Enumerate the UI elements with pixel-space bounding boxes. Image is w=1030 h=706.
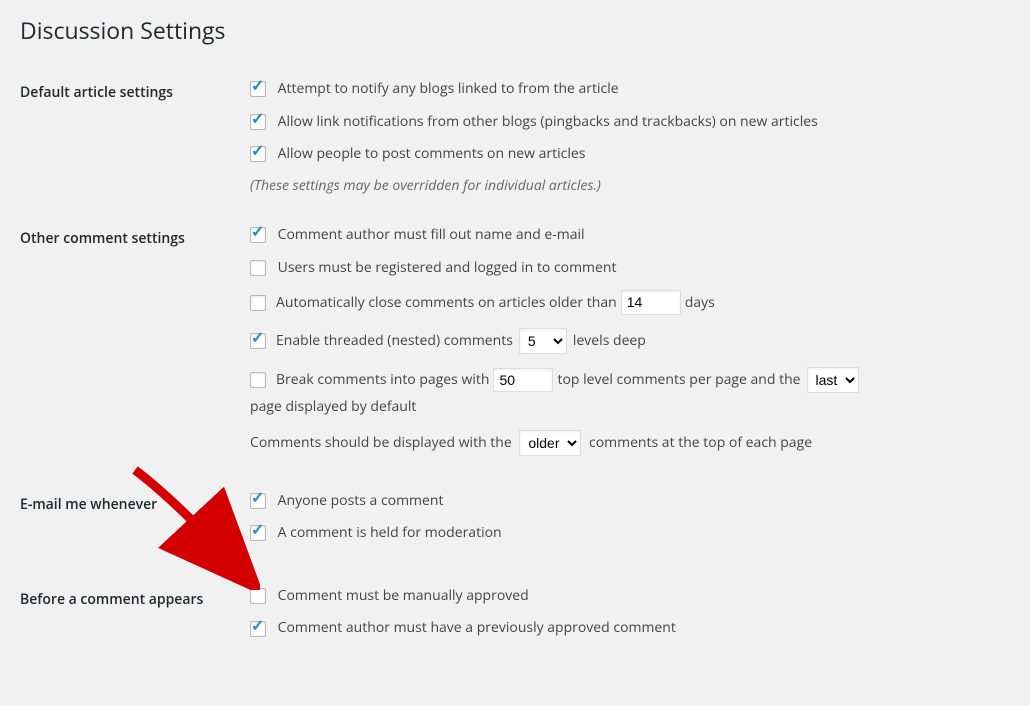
section-heading-other-comment: Other comment settings xyxy=(20,210,240,476)
row-threaded[interactable]: Enable threaded (nested) comments 5 leve… xyxy=(250,328,1000,354)
row-notify-blogs[interactable]: Attempt to notify any blogs linked to fr… xyxy=(250,79,1000,99)
section-body-default-article: Attempt to notify any blogs linked to fr… xyxy=(240,64,1010,210)
row-paginate[interactable]: Break comments into pages with top level… xyxy=(250,367,1000,417)
label-threaded-prefix: Enable threaded (nested) comments xyxy=(276,331,513,351)
row-manual-approve[interactable]: Comment must be manually approved xyxy=(250,586,1000,606)
row-allow-comments[interactable]: Allow people to post comments on new art… xyxy=(250,144,1000,164)
label-close-comments-suffix: days xyxy=(685,293,715,313)
row-previously-approved[interactable]: Comment author must have a previously ap… xyxy=(250,618,1000,638)
label-previously-approved: Comment author must have a previously ap… xyxy=(278,618,676,637)
label-close-comments-prefix: Automatically close comments on articles… xyxy=(276,293,617,313)
label-order-suffix: comments at the top of each page xyxy=(589,432,812,451)
checkbox-notify-blogs[interactable] xyxy=(250,81,266,97)
label-held-moderation: A comment is held for moderation xyxy=(278,523,502,542)
checkbox-paginate[interactable] xyxy=(250,372,266,388)
label-require-name-email: Comment author must fill out name and e-… xyxy=(278,225,585,244)
page-title: Discussion Settings xyxy=(20,10,1010,46)
checkbox-require-registration[interactable] xyxy=(250,260,266,276)
checkbox-allow-pings[interactable] xyxy=(250,114,266,130)
checkbox-manual-approve[interactable] xyxy=(250,588,266,604)
input-close-comments-days[interactable] xyxy=(621,290,681,315)
checkbox-threaded[interactable] xyxy=(250,333,266,349)
section-heading-default-article: Default article settings xyxy=(20,64,240,210)
label-allow-pings: Allow link notifications from other blog… xyxy=(278,112,818,131)
note-override: (These settings may be overridden for in… xyxy=(250,177,1000,195)
section-body-other-comment: Comment author must fill out name and e-… xyxy=(240,210,1010,476)
label-notify-blogs: Attempt to notify any blogs linked to fr… xyxy=(278,79,619,98)
label-paginate-suffix: page displayed by default xyxy=(250,397,416,417)
section-body-before-appears: Comment must be manually approved Commen… xyxy=(240,571,1010,666)
checkbox-anyone-posts[interactable] xyxy=(250,493,266,509)
label-anyone-posts: Anyone posts a comment xyxy=(278,491,444,510)
row-anyone-posts[interactable]: Anyone posts a comment xyxy=(250,491,1000,511)
label-order-prefix: Comments should be displayed with the xyxy=(250,432,512,451)
select-threaded-levels[interactable]: 5 xyxy=(519,328,567,354)
row-close-comments[interactable]: Automatically close comments on articles… xyxy=(250,290,1000,315)
row-require-registration[interactable]: Users must be registered and logged in t… xyxy=(250,258,1000,278)
section-body-email-me: Anyone posts a comment A comment is held… xyxy=(240,476,1010,571)
checkbox-close-comments[interactable] xyxy=(250,295,266,311)
row-held-moderation[interactable]: A comment is held for moderation xyxy=(250,523,1000,543)
label-paginate-prefix: Break comments into pages with xyxy=(276,370,489,390)
checkbox-previously-approved[interactable] xyxy=(250,621,266,637)
row-allow-pings[interactable]: Allow link notifications from other blog… xyxy=(250,112,1000,132)
row-comment-order: Comments should be displayed with the ol… xyxy=(250,430,1000,456)
section-heading-before-appears: Before a comment appears xyxy=(20,571,240,666)
select-paginate-default[interactable]: last xyxy=(807,367,859,393)
section-heading-email-me: E-mail me whenever xyxy=(20,476,240,571)
label-manual-approve: Comment must be manually approved xyxy=(278,586,529,605)
label-paginate-mid: top level comments per page and the xyxy=(557,370,800,390)
label-require-registration: Users must be registered and logged in t… xyxy=(278,258,617,277)
label-allow-comments: Allow people to post comments on new art… xyxy=(278,144,586,163)
settings-table: Default article settings Attempt to noti… xyxy=(20,64,1010,666)
select-comment-order[interactable]: older xyxy=(519,430,581,456)
label-threaded-suffix: levels deep xyxy=(573,331,646,351)
checkbox-held-moderation[interactable] xyxy=(250,525,266,541)
input-paginate-per-page[interactable] xyxy=(493,368,553,393)
row-require-name-email[interactable]: Comment author must fill out name and e-… xyxy=(250,225,1000,245)
checkbox-require-name-email[interactable] xyxy=(250,227,266,243)
checkbox-allow-comments[interactable] xyxy=(250,146,266,162)
